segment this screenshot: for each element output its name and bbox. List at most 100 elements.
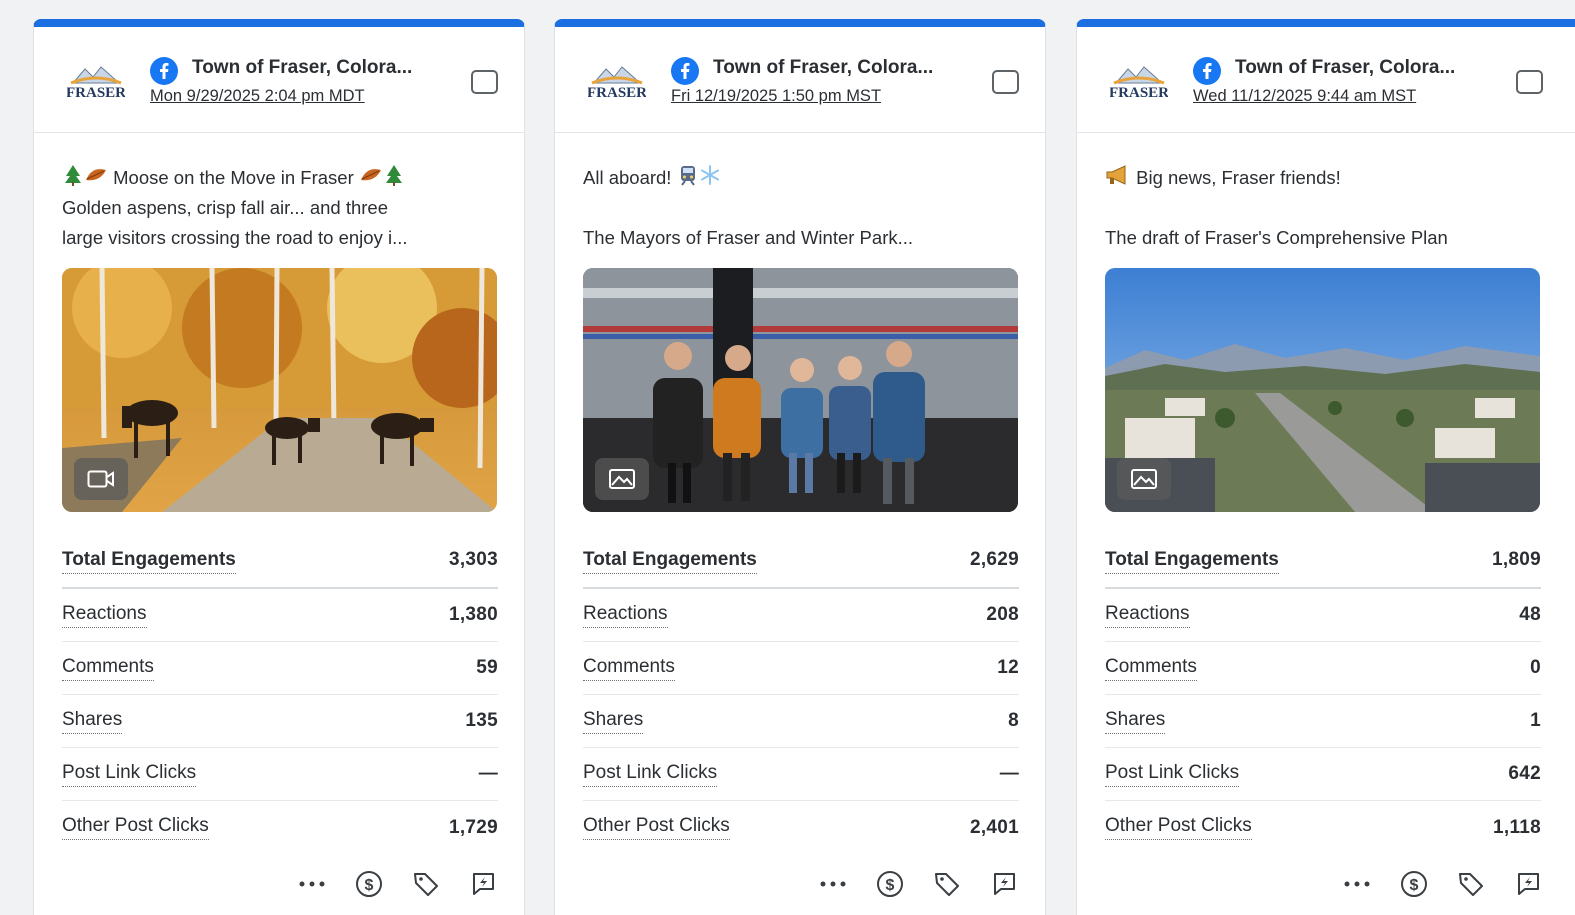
tag-button[interactable] [932, 869, 962, 899]
tag-button[interactable] [1456, 869, 1486, 899]
boost-button[interactable]: $ [875, 869, 905, 899]
facebook-icon [1193, 57, 1221, 85]
metric-value: 8 [1008, 710, 1019, 731]
dollar-icon: $ [356, 871, 382, 897]
metric-label[interactable]: Reactions [583, 603, 668, 628]
metric-label[interactable]: Post Link Clicks [1105, 762, 1240, 787]
tag-icon [935, 873, 959, 896]
video-icon [87, 470, 114, 488]
select-checkbox[interactable] [1516, 70, 1543, 94]
metric-label[interactable]: Comments [62, 656, 154, 681]
metrics-list: Total Engagements 1,809 Reactions 48 Com… [1105, 549, 1541, 854]
metrics-list: Total Engagements 3,303 Reactions 1,380 … [62, 549, 498, 854]
metric-reactions: Reactions 1,380 [62, 589, 498, 642]
post-date-link[interactable]: Wed 11/12/2025 9:44 am MST [1193, 87, 1416, 106]
metric-reactions: Reactions 208 [583, 589, 1019, 642]
svg-text:$: $ [1410, 877, 1419, 894]
metric-label[interactable]: Comments [1105, 656, 1197, 681]
metric-label[interactable]: Shares [62, 709, 123, 734]
boost-button[interactable]: $ [354, 869, 384, 899]
metric-label[interactable]: Reactions [62, 603, 147, 628]
post-text-line-2 [1105, 193, 1567, 223]
post-text-line-1: All aboard! [583, 167, 672, 188]
metric-value: 3,303 [448, 549, 498, 570]
dollar-icon: $ [877, 871, 903, 897]
metric-label[interactable]: Other Post Clicks [1105, 815, 1252, 840]
metric-shares: Shares 1 [1105, 695, 1541, 748]
svg-text:FRASER: FRASER [588, 85, 646, 101]
image-icon [1131, 469, 1157, 489]
metric-comments: Comments 12 [583, 642, 1019, 695]
more-options-button[interactable] [297, 869, 327, 899]
more-icon [299, 881, 325, 887]
post-card-header: FRASER Town of Fraser, Colora... Mon 9/2… [34, 27, 524, 133]
metric-label[interactable]: Post Link Clicks [62, 762, 197, 787]
dollar-icon: $ [1401, 871, 1427, 897]
page-name[interactable]: Town of Fraser, Colora... [192, 57, 412, 79]
more-options-button[interactable] [818, 869, 848, 899]
reply-button[interactable] [468, 869, 498, 899]
metric-label[interactable]: Total Engagements [62, 549, 236, 574]
post-card-1[interactable]: FRASER Town of Fraser, Colora... Mon 9/2… [33, 19, 525, 915]
metric-other-post-clicks: Other Post Clicks 2,401 [583, 801, 1019, 854]
post-card-2[interactable]: FRASER Town of Fraser, Colora... Fri 12/… [554, 19, 1046, 915]
metric-value: 2,629 [969, 549, 1019, 570]
page-name[interactable]: Town of Fraser, Colora... [1235, 57, 1455, 79]
metric-value: — [478, 763, 498, 784]
tag-button[interactable] [411, 869, 441, 899]
metric-other-post-clicks: Other Post Clicks 1,118 [1105, 801, 1541, 854]
fraser-logo: FRASER [587, 61, 647, 103]
select-checkbox[interactable] [992, 70, 1019, 94]
reply-button[interactable] [1513, 869, 1543, 899]
boost-button[interactable]: $ [1399, 869, 1429, 899]
post-media-thumbnail[interactable] [583, 268, 1018, 512]
metric-label[interactable]: Shares [583, 709, 644, 734]
page-name[interactable]: Town of Fraser, Colora... [713, 57, 933, 79]
metric-label[interactable]: Shares [1105, 709, 1166, 734]
train-icon [677, 164, 699, 193]
post-date-link[interactable]: Mon 9/29/2025 2:04 pm MDT [150, 87, 365, 106]
svg-text:$: $ [365, 877, 374, 894]
post-card-3[interactable]: FRASER Town of Fraser, Colora... Wed 11/… [1076, 19, 1575, 915]
leaf-icon [84, 164, 108, 193]
metric-value: 2,401 [969, 816, 1019, 838]
post-text-line-1: Moose on the Move in Fraser [113, 167, 354, 188]
post-text: All aboard! The Mayors of Fraser and Win… [583, 163, 1029, 253]
reply-button[interactable] [989, 869, 1019, 899]
metric-value: 12 [997, 657, 1019, 678]
leaf-icon [359, 164, 383, 193]
metric-post-link-clicks: Post Link Clicks 642 [1105, 748, 1541, 801]
metric-value: 208 [986, 604, 1019, 625]
metric-value: — [999, 763, 1019, 784]
fraser-logo: FRASER [66, 61, 126, 103]
select-checkbox[interactable] [471, 70, 498, 94]
metric-value: 1,380 [448, 604, 498, 625]
svg-text:FRASER: FRASER [67, 85, 125, 101]
post-date-link[interactable]: Fri 12/19/2025 1:50 pm MST [671, 87, 881, 106]
metric-value: 1,809 [1491, 549, 1541, 570]
post-text-line-3: The draft of Fraser's Comprehensive Plan [1105, 227, 1448, 248]
metric-label[interactable]: Post Link Clicks [583, 762, 718, 787]
metric-value: 48 [1519, 604, 1541, 625]
card-actions: $ [297, 869, 498, 899]
metric-label[interactable]: Total Engagements [583, 549, 757, 574]
post-text: Big news, Fraser friends! The draft of F… [1105, 163, 1567, 253]
metric-reactions: Reactions 48 [1105, 589, 1541, 642]
post-media-thumbnail[interactable] [1105, 268, 1540, 512]
more-options-button[interactable] [1342, 869, 1372, 899]
facebook-icon [150, 57, 178, 85]
metric-label[interactable]: Total Engagements [1105, 549, 1279, 574]
post-media-thumbnail[interactable] [62, 268, 497, 512]
comment-flash-icon [1518, 873, 1539, 895]
metric-label[interactable]: Reactions [1105, 603, 1190, 628]
tree-icon [383, 164, 405, 193]
metric-label[interactable]: Other Post Clicks [62, 815, 209, 840]
metric-shares: Shares 8 [583, 695, 1019, 748]
tag-icon [1459, 873, 1483, 896]
image-badge [595, 458, 649, 500]
metric-post-link-clicks: Post Link Clicks — [62, 748, 498, 801]
metric-label[interactable]: Comments [583, 656, 675, 681]
metric-label[interactable]: Other Post Clicks [583, 815, 730, 840]
post-text-line-1: Big news, Fraser friends! [1136, 167, 1341, 188]
metric-value: 1 [1530, 710, 1541, 731]
